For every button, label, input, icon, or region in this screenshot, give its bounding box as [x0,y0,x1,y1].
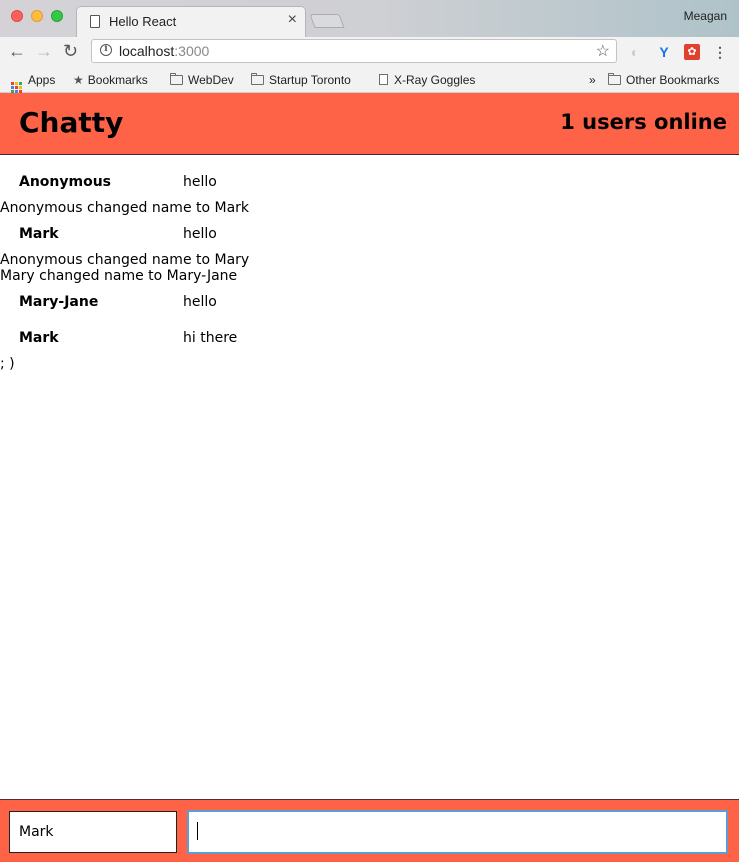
extension-puzzle-icon[interactable]: ✿ [684,44,700,60]
close-tab-icon[interactable]: × [288,11,297,29]
tab-title: Hello React [109,14,177,29]
star-icon: ★ [73,73,84,87]
message-item: Mark hello [0,224,739,244]
forward-arrow-icon[interactable]: → [35,41,53,62]
reload-icon[interactable]: ↻ [63,41,78,62]
message-item: Mary-Jane hello [0,292,739,312]
window-titlebar: Hello React × Meagan [0,0,739,37]
back-arrow-icon[interactable]: ← [8,41,26,62]
username-input[interactable] [9,811,177,853]
text-caret [197,822,198,840]
message-username: Mark [19,330,59,346]
system-notification: ; ) [0,356,15,372]
menu-kebab-icon[interactable]: ⋮ [712,44,728,60]
minimize-window-button[interactable] [31,10,43,22]
browser-tab[interactable]: Hello React × [76,6,306,37]
zoom-window-button[interactable] [51,10,63,22]
message-content: hello [183,226,217,242]
new-tab-button[interactable] [309,14,345,28]
message-content: hi there [183,330,238,346]
bookmarks-bar: Apps ★ Bookmarks WebDev Startup Toronto X… [0,67,739,93]
system-notification: Anonymous changed name to Mark [0,200,250,216]
profile-name[interactable]: Meagan [684,9,727,23]
system-notification: Anonymous changed name to Mary [0,252,250,268]
folder-icon [251,73,264,85]
message-content: hello [183,174,217,190]
message-username: Mary-Jane [19,294,99,310]
bookmark-startup-toronto[interactable]: Startup Toronto [251,72,351,88]
browser-toolbar: ← → ↻ i localhost:3000 ☆ ◐ Y ✿ ⋮ [0,37,739,67]
close-window-button[interactable] [11,10,23,22]
app-brand[interactable]: Chatty [19,106,123,139]
app-navbar: Chatty 1 users online [0,93,739,155]
users-online-count: 1 users online [560,110,727,134]
bookmarks-overflow-button[interactable]: » [589,72,596,88]
message-input[interactable] [187,810,728,854]
bookmark-xray-goggles[interactable]: X-Ray Goggles [379,72,475,88]
message-item: Anonymous hello [0,172,739,192]
address-bar[interactable]: i localhost:3000 ☆ [91,39,617,63]
page-icon [90,15,100,28]
extension-icon[interactable]: ◐ [627,44,643,60]
apps-grid-icon [11,82,22,93]
bookmark-other-bookmarks[interactable]: Other Bookmarks [608,72,719,88]
message-item: Mark hi there [0,328,739,348]
system-notification: Mary changed name to Mary-Jane [0,268,238,284]
folder-icon [608,73,621,85]
message-content: hello [183,294,217,310]
folder-icon [170,73,183,85]
bookmark-apps[interactable]: Apps [11,72,55,93]
message-username: Mark [19,226,59,242]
vue-devtools-icon[interactable]: Y [656,44,672,60]
url-text[interactable]: localhost:3000 [119,43,209,59]
chat-bar [0,799,739,862]
bookmark-webdev[interactable]: WebDev [170,72,234,88]
bookmark-star-icon[interactable]: ☆ [596,41,610,61]
bookmark-bookmarks[interactable]: ★ Bookmarks [73,72,148,88]
message-username: Anonymous [19,174,112,190]
page-icon [379,74,388,85]
info-icon[interactable]: i [100,44,112,56]
